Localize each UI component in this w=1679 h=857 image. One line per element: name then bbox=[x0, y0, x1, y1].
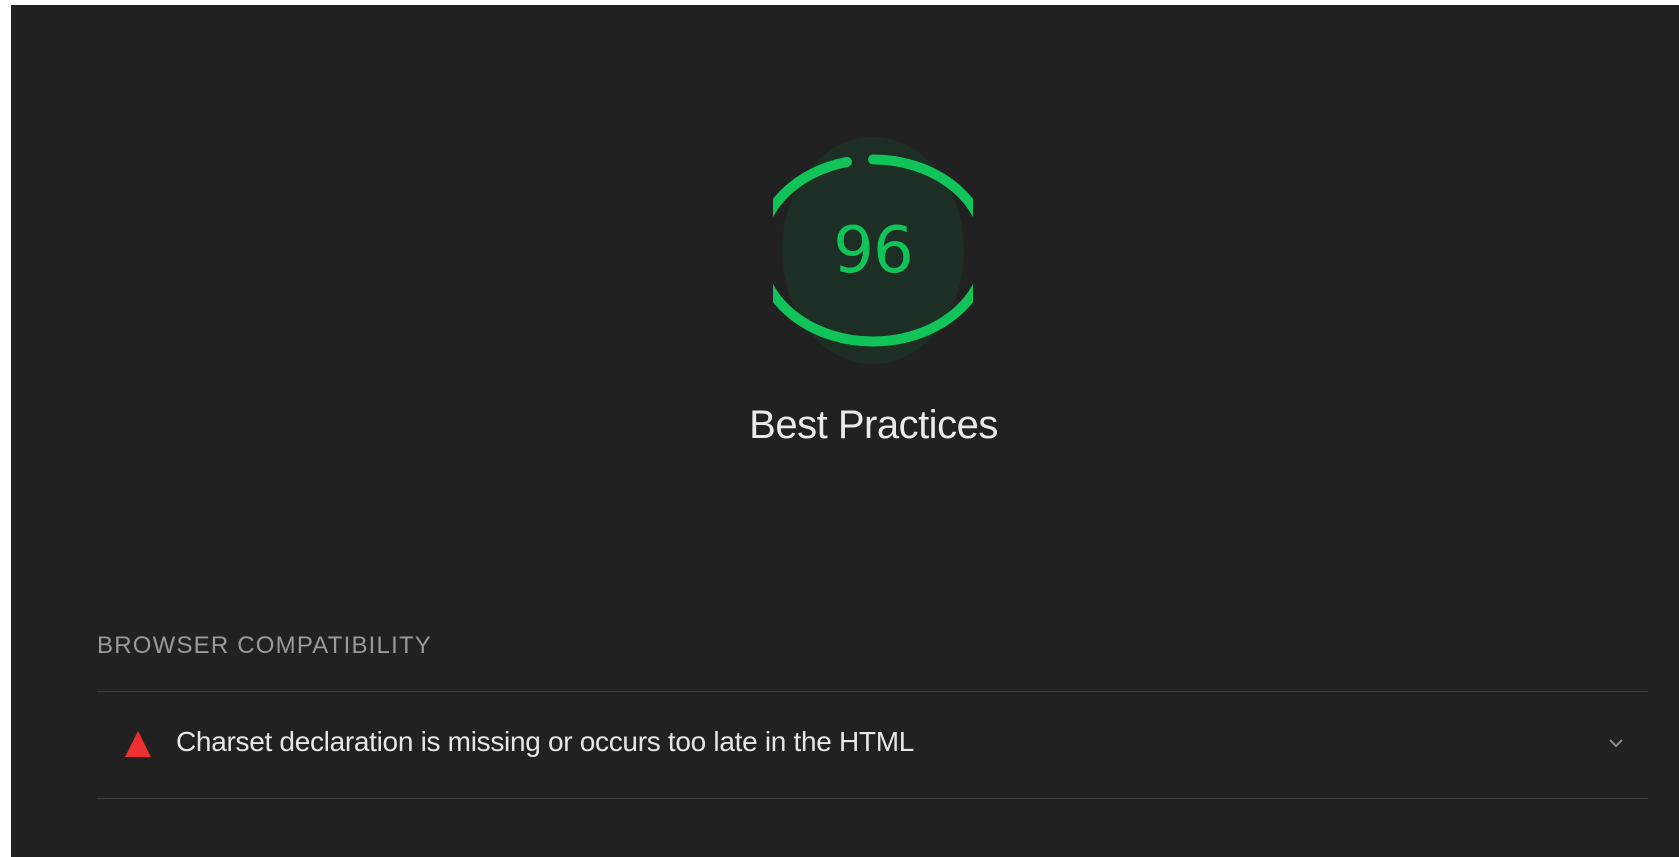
score-value: 96 bbox=[833, 213, 913, 288]
audit-group-title: BROWSER COMPATIBILITY bbox=[97, 632, 433, 659]
lighthouse-report-panel: 96 Best Practices BROWSER COMPATIBILITY … bbox=[11, 5, 1679, 857]
audit-title: Charset declaration is missing or occurs… bbox=[176, 726, 915, 757]
warning-triangle-icon bbox=[125, 731, 151, 757]
chevron-down-icon[interactable] bbox=[1608, 737, 1624, 749]
category-title: Best Practices bbox=[749, 403, 998, 447]
group-divider-bottom bbox=[97, 798, 1648, 799]
score-gauge[interactable]: 96 bbox=[773, 128, 973, 373]
audit-item-charset[interactable]: Charset declaration is missing or occurs… bbox=[97, 692, 1648, 798]
